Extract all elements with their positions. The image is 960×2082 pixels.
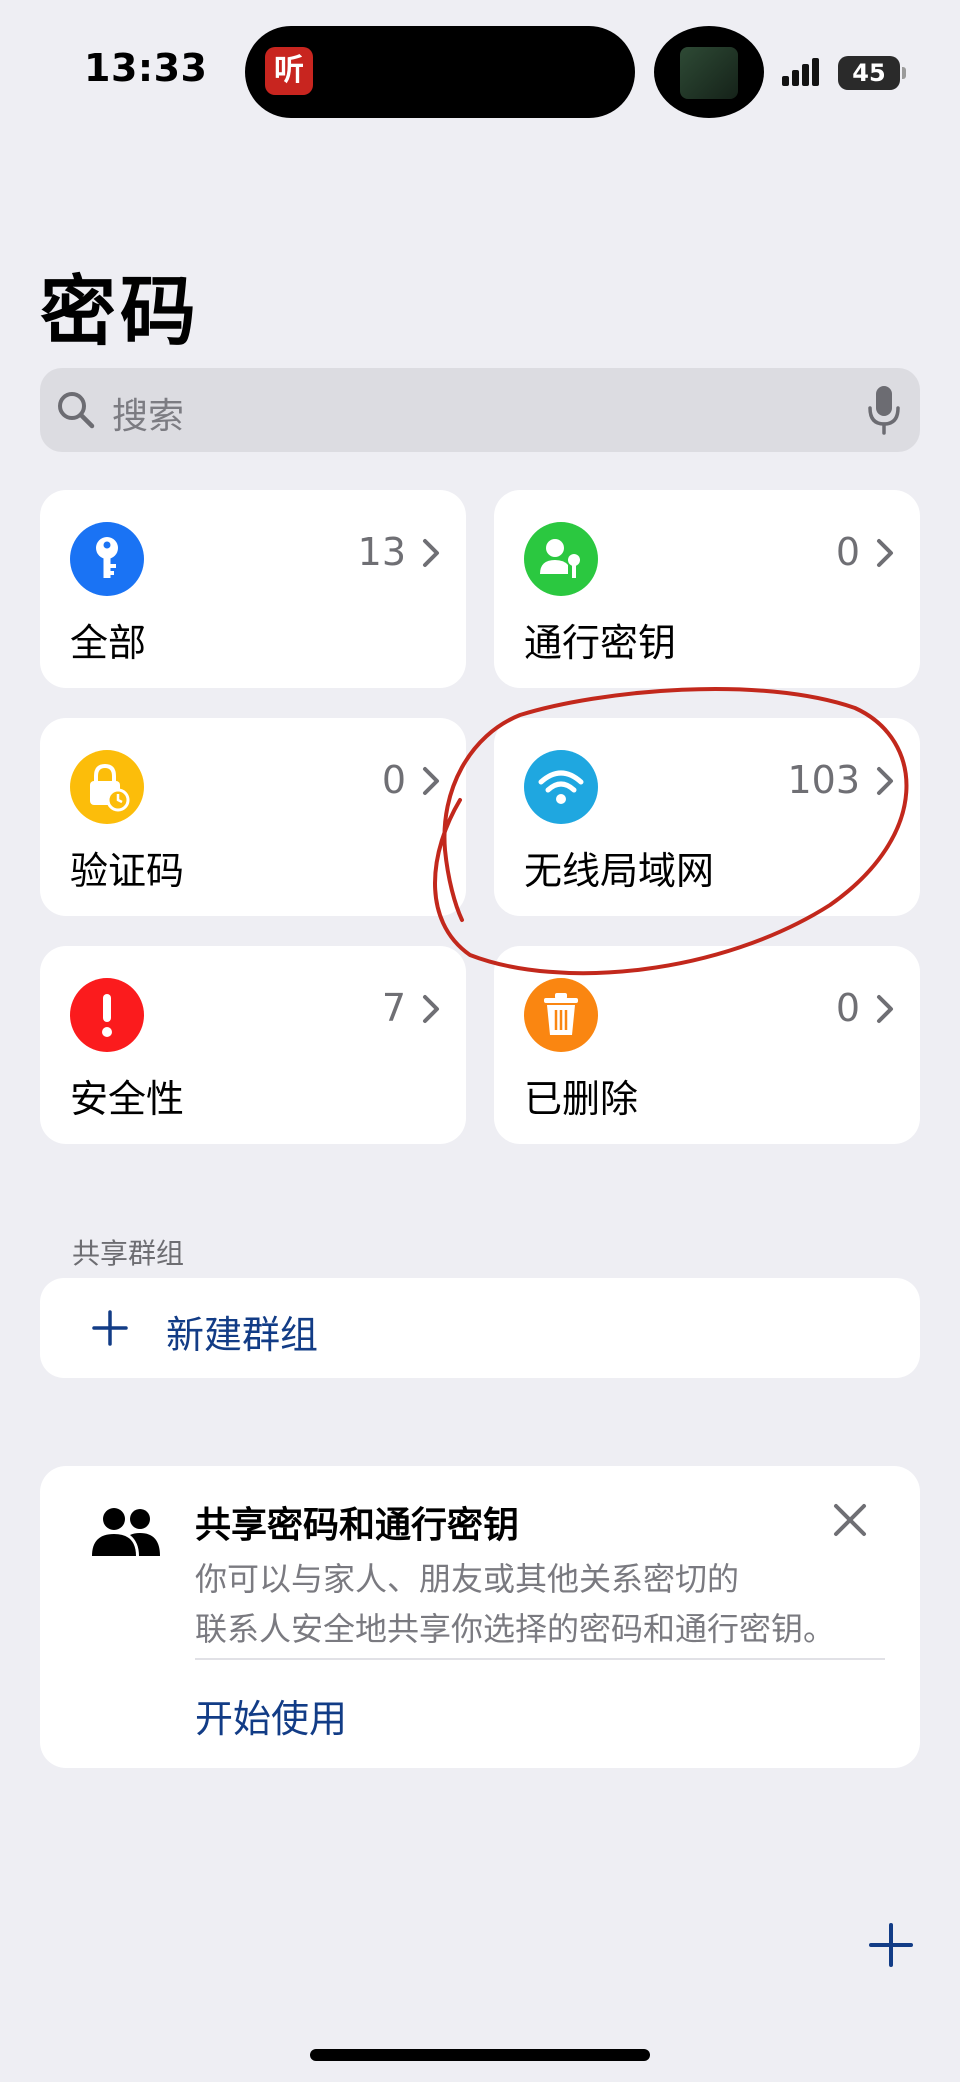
listening-app-icon[interactable]: 听 [265,47,313,95]
divider [195,1658,885,1660]
count-wifi: 103 [787,758,860,802]
label-security: 安全性 [70,1077,185,1121]
plus-icon [92,1310,128,1346]
label-passkeys: 通行密钥 [524,621,677,665]
people-icon [92,1508,160,1556]
label-wifi: 无线局域网 [524,849,715,893]
chevron-right-icon [877,995,893,1023]
get-started-button[interactable]: 开始使用 [195,1688,347,1743]
count-all: 13 [357,530,406,574]
album-art-icon[interactable] [680,47,738,99]
exclamation-icon [70,978,144,1052]
status-time: 13:33 [84,46,208,90]
search-bar[interactable]: 搜索 [40,368,920,452]
share-card-description-line: 联系人安全地共享你选择的密码和通行密钥。 [195,1610,836,1648]
label-all: 全部 [70,621,147,665]
battery-icon: 45 [838,56,906,90]
microphone-icon[interactable] [866,384,902,436]
category-codes[interactable]: 0 验证码 [40,718,466,916]
count-security: 7 [381,986,406,1030]
new-group-button[interactable]: 新建群组 [40,1278,920,1378]
share-card-title: 共享密码和通行密钥 [195,1505,520,1546]
chevron-right-icon [423,539,439,567]
page-title: 密码 [40,267,200,356]
cellular-signal-icon [782,58,819,86]
key-icon [70,522,144,596]
category-deleted[interactable]: 0 已删除 [494,946,920,1144]
person-key-icon [524,522,598,596]
label-deleted: 已删除 [524,1077,639,1121]
category-security[interactable]: 7 安全性 [40,946,466,1144]
category-passkeys[interactable]: 0 通行密钥 [494,490,920,688]
search-input[interactable]: 搜索 [112,387,184,439]
count-passkeys: 0 [835,530,860,574]
label-codes: 验证码 [70,849,185,893]
close-icon[interactable] [832,1502,868,1538]
share-passwords-card: 共享密码和通行密钥 你可以与家人、朋友或其他关系密切的 联系人安全地共享你选择的… [40,1466,920,1768]
share-card-description: 你可以与家人、朋友或其他关系密切的 联系人安全地共享你选择的密码和通行密钥。 [195,1554,885,1654]
category-wifi[interactable]: 103 无线局域网 [494,718,920,916]
search-icon [58,392,95,429]
new-group-label: 新建群组 [166,1313,319,1357]
category-all[interactable]: 13 全部 [40,490,466,688]
chevron-right-icon [877,539,893,567]
chevron-right-icon [423,767,439,795]
count-deleted: 0 [835,986,860,1030]
trash-icon [524,978,598,1052]
lock-clock-icon [70,750,144,824]
wifi-icon [524,750,598,824]
section-label-shared-groups: 共享群组 [72,1237,185,1270]
share-card-description-line: 你可以与家人、朋友或其他关系密切的 [195,1560,740,1598]
add-password-icon[interactable] [868,1922,914,1968]
chevron-right-icon [423,995,439,1023]
chevron-right-icon [877,767,893,795]
count-codes: 0 [381,758,406,802]
home-indicator[interactable] [310,2049,650,2061]
